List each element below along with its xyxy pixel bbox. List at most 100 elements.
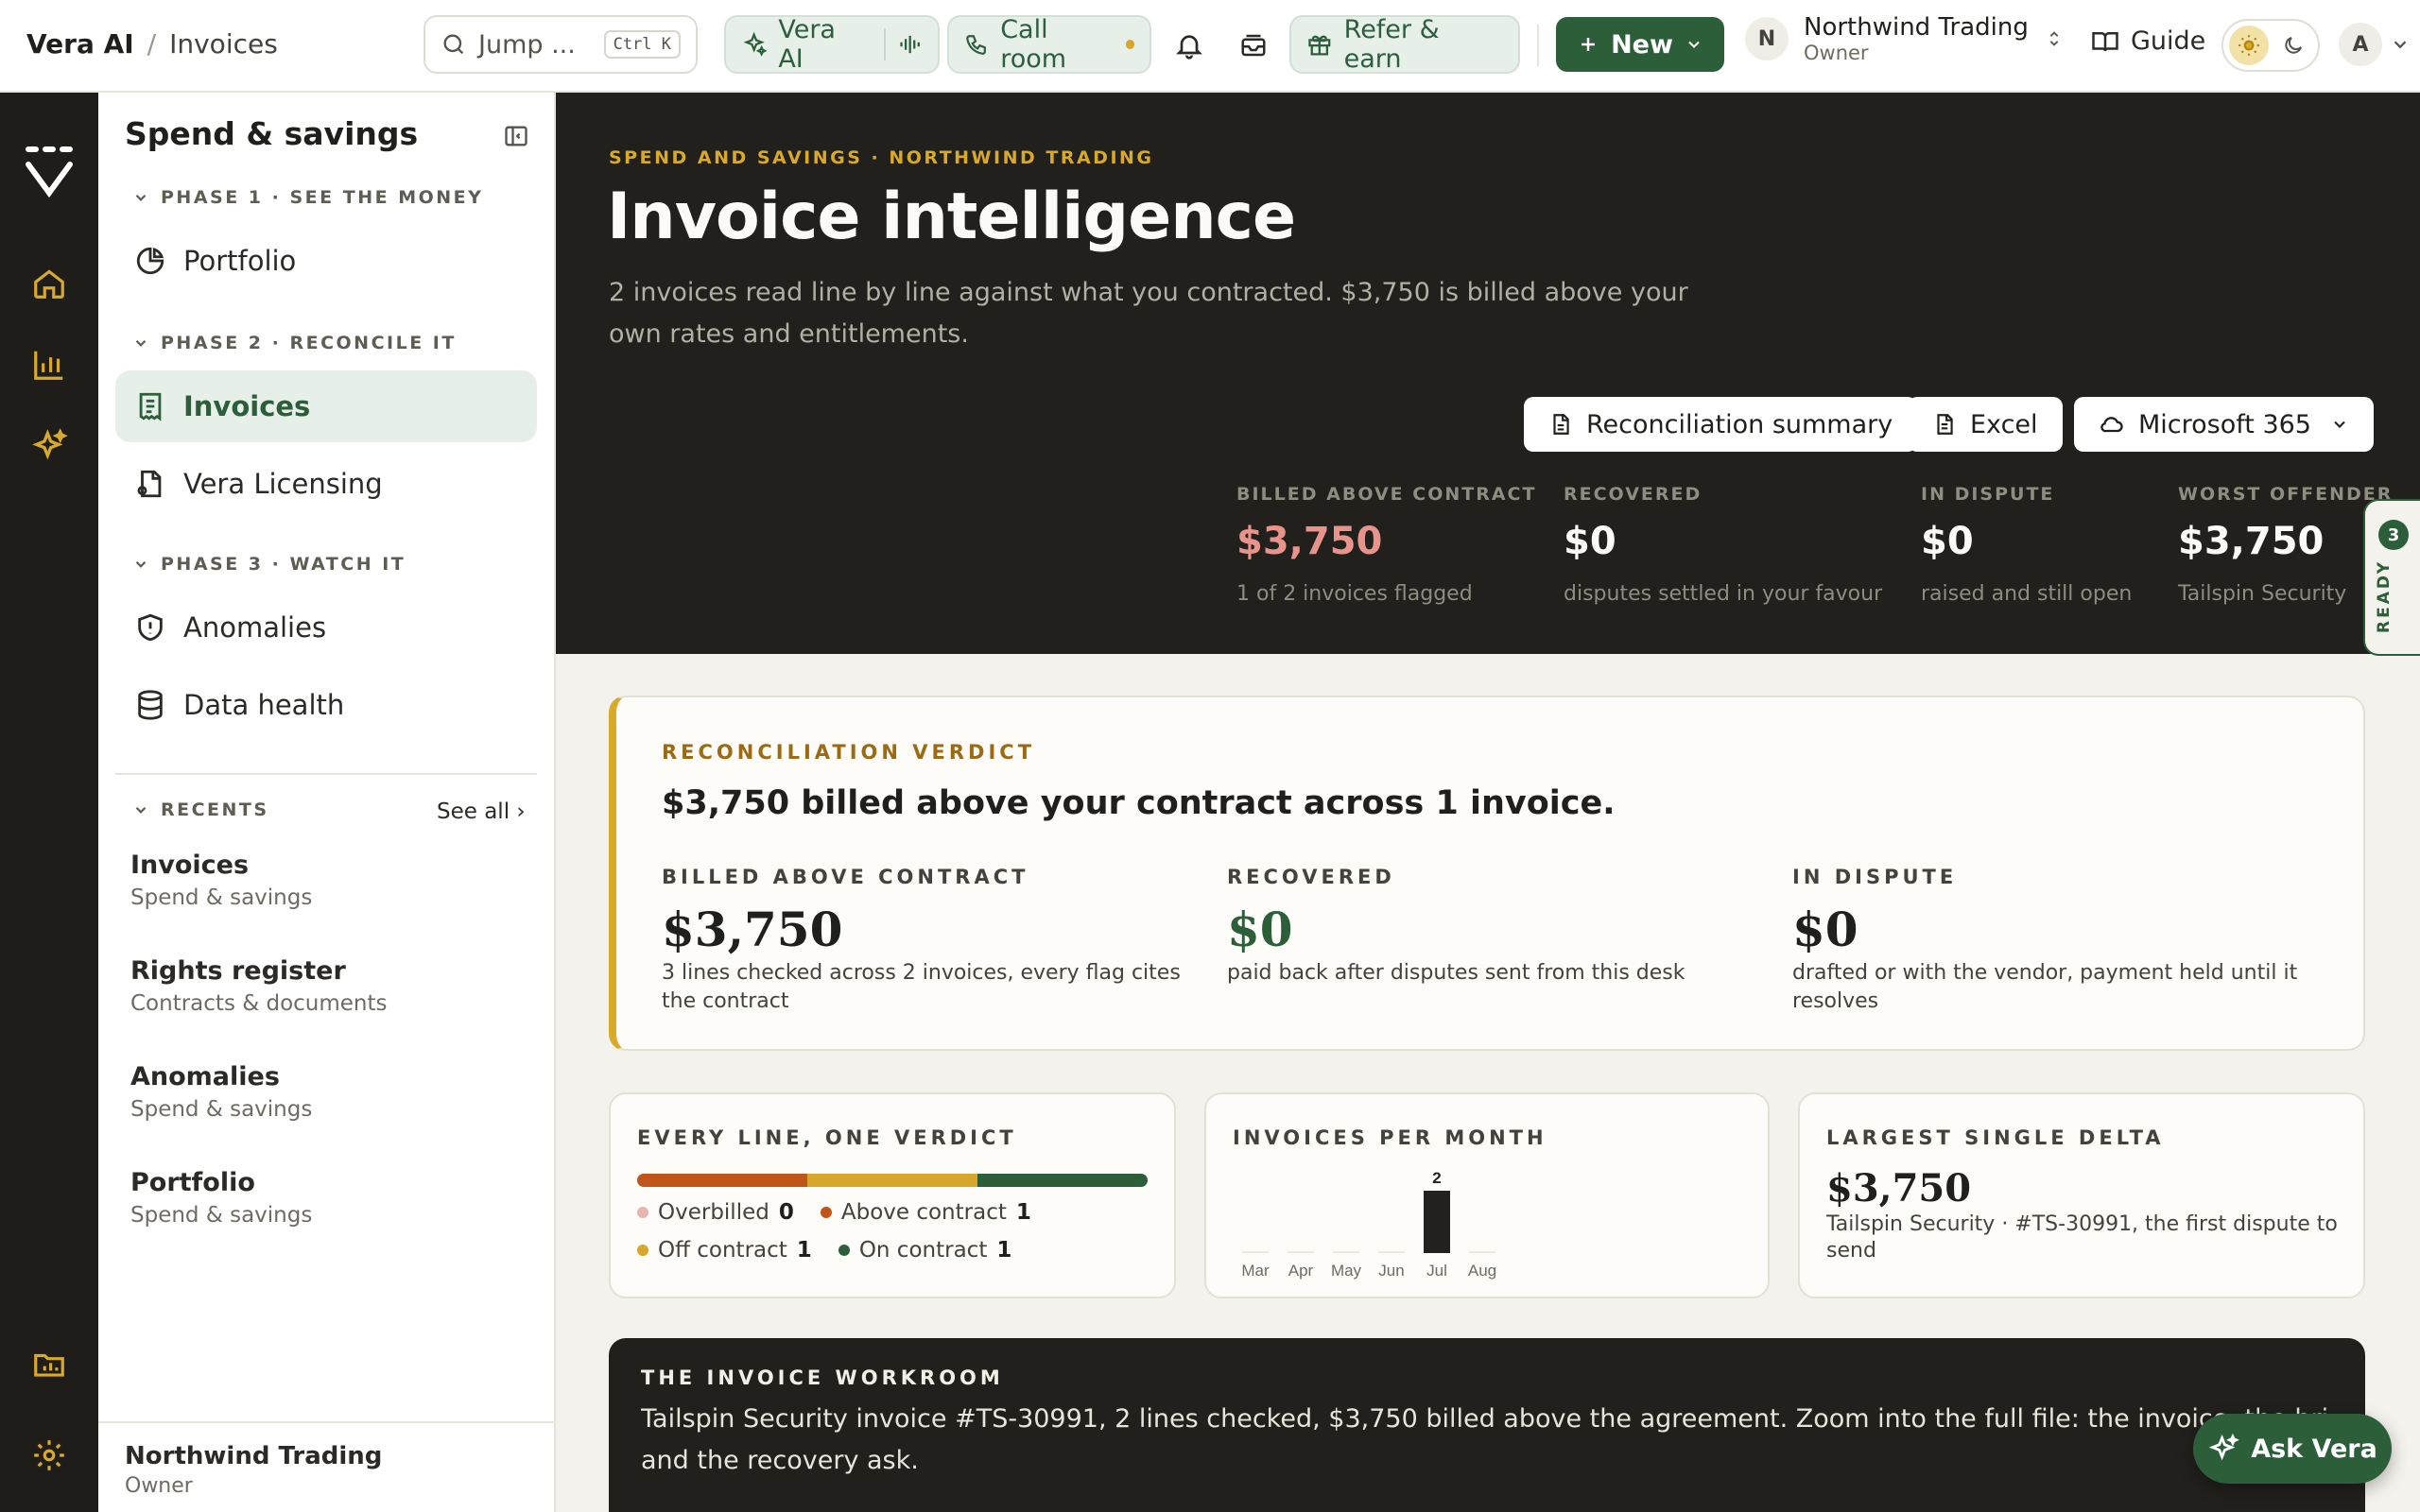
legend-dot <box>637 1245 648 1256</box>
largest-delta-value: $3,750 <box>1826 1166 1972 1211</box>
pie-chart-icon <box>136 247 164 275</box>
search-input[interactable]: Jump ... Ctrl K <box>424 15 698 74</box>
notifications-button[interactable] <box>1167 23 1212 68</box>
sparkles-icon <box>32 428 68 460</box>
chevron-down-icon <box>2334 421 2345 428</box>
ready-tab[interactable]: 3 READY <box>2363 499 2420 656</box>
moon-icon[interactable] <box>2282 34 2305 57</box>
bell-icon <box>1176 35 1202 60</box>
stat-label: RECOVERED <box>1564 484 1703 505</box>
phase-3-header[interactable]: PHASE 3 · WATCH IT <box>132 554 406 575</box>
document-license-icon <box>137 470 162 498</box>
home-nav[interactable] <box>26 261 72 306</box>
verdict-value: $3,750 <box>662 902 843 957</box>
workroom-text: Tailspin Security invoice #TS-30991, 2 l… <box>641 1399 2333 1482</box>
sidebar-item-invoices[interactable]: Invoices <box>115 370 537 442</box>
reconciliation-verdict-card: RECONCILIATION VERDICT $3,750 billed abo… <box>609 696 2365 1051</box>
verdict-value: $0 <box>1227 902 1293 957</box>
legend-dot <box>637 1207 648 1218</box>
verdict-billed-above: BILLED ABOVE CONTRACT $3,750 3 lines che… <box>662 866 1201 1016</box>
breadcrumb-current: Invoices <box>169 28 278 60</box>
new-button[interactable]: New <box>1556 17 1724 72</box>
invoices-per-month-chart: Mar Apr May Jun Jul 2 Aug <box>1241 1169 1496 1280</box>
workroom-text-line: and the recovery ask. <box>641 1446 919 1475</box>
sun-icon[interactable] <box>2229 26 2269 65</box>
files-nav[interactable] <box>26 1342 72 1387</box>
call-room-button[interactable]: Call room <box>947 15 1151 74</box>
folder-chart-icon <box>34 1353 64 1377</box>
chart-tick-label: Aug <box>1468 1262 1496 1280</box>
sidebar-item-data-health[interactable]: Data health <box>115 669 537 741</box>
legend-label: Off contract <box>658 1238 787 1263</box>
verdict-desc: drafted or with the vendor, payment held… <box>1792 961 2298 1013</box>
ask-vera-button[interactable]: Ask Vera <box>2193 1414 2392 1484</box>
see-all-link[interactable]: See all › <box>437 799 526 824</box>
chart-data-label: 2 <box>1432 1169 1441 1187</box>
vera-ai-button[interactable]: Vera AI <box>724 15 940 74</box>
sidebar-item-label: Portfolio <box>183 245 297 277</box>
verdict-value: $0 <box>1792 902 1858 957</box>
brand-link[interactable]: Vera AI <box>26 28 134 60</box>
refer-earn-button[interactable]: Refer & earn <box>1289 15 1520 74</box>
sidebar-footer[interactable]: Northwind Trading Owner <box>98 1421 556 1512</box>
recent-item[interactable]: Invoices Spend & savings <box>130 850 312 910</box>
recent-item[interactable]: Portfolio Spend & savings <box>130 1168 312 1228</box>
m365-label: Microsoft 365 <box>2138 409 2311 439</box>
sidebar-item-vera-licensing[interactable]: Vera Licensing <box>115 448 537 520</box>
sidebar-item-portfolio[interactable]: Portfolio <box>115 225 537 297</box>
recent-title: Rights register <box>130 956 346 986</box>
refer-label: Refer & earn <box>1343 15 1440 74</box>
call-room-label: Call room <box>1000 15 1067 74</box>
vera-logo-icon <box>26 146 73 198</box>
recent-item[interactable]: Rights register Contracts & documents <box>130 956 388 1016</box>
sparkles-icon <box>2209 1433 2239 1461</box>
stat-label: BILLED ABOVE CONTRACT <box>1236 484 1537 505</box>
logo[interactable] <box>21 146 78 198</box>
legend-item-off-contract: Off contract 1 <box>637 1238 812 1263</box>
search-icon <box>443 34 464 55</box>
stat-value: $0 <box>1564 520 1616 563</box>
verdict-desc: 3 lines checked across 2 invoices, every… <box>662 961 1181 1013</box>
gear-icon <box>34 1440 64 1470</box>
stat-worst-offender: WORST OFFENDER $3,750 Tailspin Security <box>2178 484 2393 606</box>
chart-bar-jun <box>1378 1251 1405 1253</box>
sidebar-collapse-icon[interactable] <box>503 123 529 149</box>
sidebar-item-anomalies[interactable]: Anomalies <box>115 592 537 663</box>
recents-header[interactable]: RECENTS <box>132 799 269 820</box>
voice-wave-icon[interactable] <box>897 31 923 58</box>
chevron-down-icon[interactable] <box>2390 34 2411 55</box>
largest-delta-card: LARGEST SINGLE DELTA $3,750 Tailspin Sec… <box>1798 1092 2365 1298</box>
inbox-button[interactable] <box>1231 23 1276 68</box>
ai-nav[interactable] <box>26 423 72 469</box>
phase-2-header[interactable]: PHASE 2 · RECONCILE IT <box>132 333 457 353</box>
chevrons-up-down-icon <box>2049 31 2059 46</box>
excel-label: Excel <box>1970 409 2038 439</box>
chart-bar-mar <box>1242 1251 1269 1253</box>
recent-subtitle: Spend & savings <box>130 885 313 910</box>
microsoft-365-dropdown[interactable]: Microsoft 365 <box>2074 397 2374 452</box>
chevron-down-icon <box>1688 41 1700 48</box>
pill-divider <box>883 28 886 60</box>
verdict-recovered: RECOVERED $0 paid back after disputes se… <box>1227 866 1766 988</box>
guide-button[interactable]: Guide <box>2091 26 2205 56</box>
reconciliation-summary-button[interactable]: Reconciliation summary <box>1524 397 1918 452</box>
top-bar: Vera AI / Invoices Jump ... Ctrl K Vera … <box>0 0 2420 93</box>
excel-button[interactable]: Excel <box>1908 397 2063 452</box>
user-avatar[interactable]: A <box>2339 23 2382 66</box>
hero-lede: 2 invoices read line by line against wha… <box>609 278 1688 349</box>
vera-ai-label: Vera AI <box>778 15 836 74</box>
sidebar-item-label: Data health <box>183 689 345 721</box>
sidebar-title: Spend & savings <box>125 115 419 152</box>
analytics-nav[interactable] <box>26 342 72 387</box>
every-line-card: EVERY LINE, ONE VERDICT Overbilled 0 Abov… <box>609 1092 1176 1298</box>
sparkles-icon <box>743 31 768 57</box>
shield-alert-icon <box>138 613 163 642</box>
org-switcher[interactable]: N Northwind Trading Owner <box>1745 13 2065 64</box>
phase-1-header[interactable]: PHASE 1 · SEE THE MONEY <box>132 187 483 208</box>
recent-item[interactable]: Anomalies Spend & savings <box>130 1062 312 1122</box>
settings-nav[interactable] <box>26 1433 72 1478</box>
theme-toggle[interactable] <box>2221 19 2320 72</box>
footer-org-role: Owner <box>125 1474 193 1498</box>
invoice-workroom: THE INVOICE WORKROOM Tailspin Security i… <box>609 1338 2365 1512</box>
phase-3-label: PHASE 3 · WATCH IT <box>161 554 406 575</box>
